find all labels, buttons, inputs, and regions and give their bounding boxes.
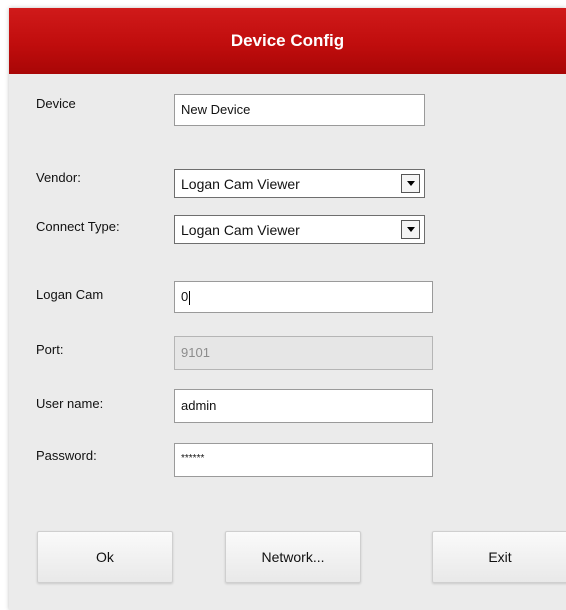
device-config-dialog: Device Config Device New Device Vendor: … xyxy=(9,8,566,610)
vendor-select[interactable]: Logan Cam Viewer xyxy=(174,169,425,198)
user-name-label: User name: xyxy=(36,396,104,411)
ok-button-label: Ok xyxy=(96,549,114,565)
connect-type-dropdown-button[interactable] xyxy=(401,220,420,239)
user-name-input[interactable]: admin xyxy=(174,389,433,423)
chevron-down-icon xyxy=(406,181,415,186)
password-input[interactable]: ****** xyxy=(174,443,433,477)
logan-cam-label: Logan Cam xyxy=(36,287,104,302)
port-value: 9101 xyxy=(181,345,210,360)
exit-button[interactable]: Exit xyxy=(432,531,566,583)
dialog-title-bar: Device Config xyxy=(9,8,566,74)
chevron-down-icon xyxy=(406,227,415,232)
logan-cam-input[interactable]: 0 xyxy=(174,281,433,313)
device-name-input[interactable]: New Device xyxy=(174,94,425,126)
dialog-title: Device Config xyxy=(230,31,345,50)
device-name-value: New Device xyxy=(181,102,251,117)
port-label: Port: xyxy=(36,342,64,357)
exit-button-label: Exit xyxy=(488,549,512,565)
logan-cam-value: 0 xyxy=(181,289,189,304)
port-input: 9101 xyxy=(174,336,433,370)
user-name-value: admin xyxy=(181,398,217,413)
vendor-label: Vendor: xyxy=(36,170,81,185)
connect-type-select[interactable]: Logan Cam Viewer xyxy=(174,215,425,244)
ok-button[interactable]: Ok xyxy=(37,531,173,583)
password-masked-value: ****** xyxy=(181,453,205,464)
network-button-label: Network... xyxy=(261,549,325,565)
vendor-selected-value: Logan Cam Viewer xyxy=(181,175,300,192)
connect-type-selected-value: Logan Cam Viewer xyxy=(181,221,300,238)
network-button[interactable]: Network... xyxy=(225,531,361,583)
text-cursor xyxy=(189,290,191,305)
vendor-dropdown-button[interactable] xyxy=(401,174,420,193)
connect-type-label: Connect Type: xyxy=(36,219,120,234)
device-label: Device xyxy=(36,96,76,111)
password-label: Password: xyxy=(36,448,97,463)
